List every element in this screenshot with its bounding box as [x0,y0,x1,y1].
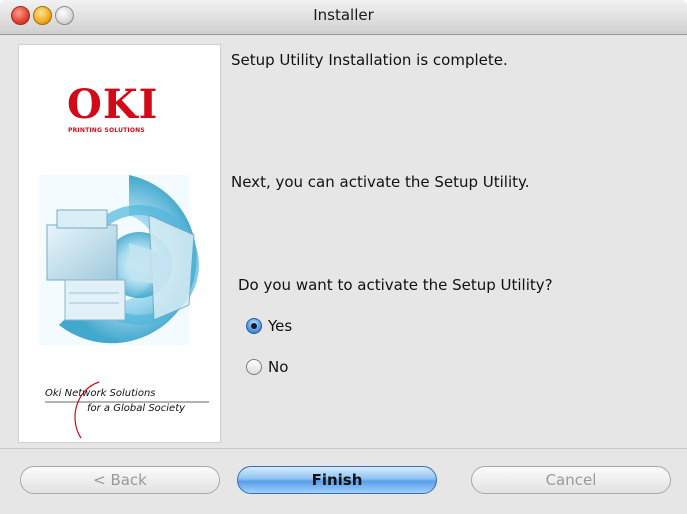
radio-unselected-icon[interactable] [246,359,262,375]
oki-logo-subtitle: PRINTING SOLUTIONS [68,127,145,134]
oki-logo: OKI [67,81,159,128]
completion-message: Setup Utility Installation is complete. [231,51,508,69]
branding-side-panel: OKI PRINTING SOLUTIONS Oki Network Solut… [18,44,221,443]
radio-option-no[interactable]: No [246,357,288,377]
radio-label-yes: Yes [268,317,293,335]
title-bar: Installer [0,0,687,35]
footer-divider [0,448,687,449]
radio-label-no: No [268,358,289,376]
window-title: Installer [313,6,374,24]
finish-button[interactable]: Finish [237,466,437,494]
next-step-message: Next, you can activate the Setup Utility… [231,173,530,191]
radio-selected-icon[interactable] [246,318,262,334]
activation-question: Do you want to activate the Setup Utilit… [238,276,553,294]
cancel-button[interactable]: Cancel [471,466,671,494]
installer-window: Installer OKI PRINTING SOLUTIONS Oki Net… [0,0,687,514]
radio-option-yes[interactable]: Yes [246,316,292,336]
back-button[interactable]: < Back [20,466,220,494]
tagline-line-2: for a Global Society [87,403,186,414]
tagline-line-1: Oki Network Solutions [45,388,156,399]
tagline: Oki Network Solutions for a Global Socie… [39,380,209,440]
printer-artwork-icon [39,175,199,345]
